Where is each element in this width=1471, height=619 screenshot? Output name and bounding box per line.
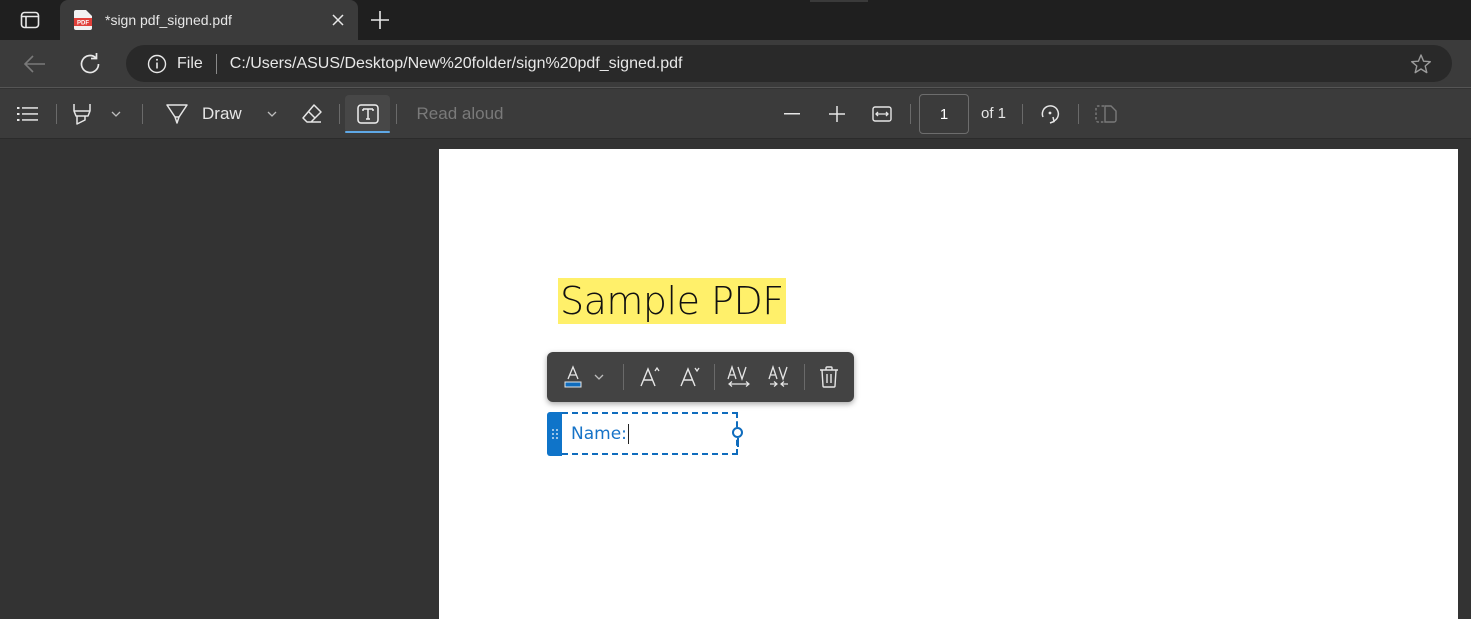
decrease-spacing-button[interactable] [763,361,795,393]
page-count-label: of 1 [981,105,1007,122]
toolbar-divider [804,364,805,390]
toolbar-divider [1022,104,1023,124]
text-color-icon [564,365,582,388]
fit-width-icon [872,106,892,122]
url-scheme-label: File [177,54,203,72]
chevron-down-icon [111,111,121,117]
resize-handle[interactable] [732,427,743,447]
font-size-increase-icon [640,366,660,387]
text-color-button[interactable] [557,361,589,393]
close-icon [332,14,344,26]
text-format-toolbar [547,352,854,402]
toolbar-divider [396,104,397,124]
chevron-down-icon [267,111,277,117]
tab-title: *sign pdf_signed.pdf [105,12,232,28]
page-view-button[interactable] [1090,95,1122,133]
increase-font-size-button[interactable] [634,361,666,393]
refresh-button[interactable] [74,48,106,80]
tab-strip: PDF *sign pdf_signed.pdf [0,0,1471,40]
toolbar-divider [910,104,911,124]
toolbar-divider [339,104,340,124]
site-info-button[interactable] [146,53,168,75]
read-aloud-label: Read aloud [416,104,504,123]
rotate-icon [1041,105,1060,124]
erase-button[interactable] [296,95,328,133]
pdf-file-icon: PDF [74,10,92,30]
highlight-options-dropdown[interactable] [104,95,128,133]
draw-button[interactable]: Draw [160,95,256,133]
delete-text-button[interactable] [813,361,845,393]
document-heading: Sample PDF [558,278,786,324]
toolbar-divider [714,364,715,390]
new-tab-button[interactable] [366,6,394,34]
draw-options-dropdown[interactable] [260,95,284,133]
star-icon [1411,53,1431,73]
minus-icon [784,113,800,115]
text-color-dropdown[interactable] [589,361,609,393]
close-tab-button[interactable] [324,6,352,34]
pen-icon [166,104,188,124]
divider [215,53,217,74]
grip-dots-icon [551,429,558,439]
drag-handle[interactable] [547,412,562,456]
add-text-button[interactable] [345,95,390,133]
decrease-font-size-button[interactable] [674,361,706,393]
zoom-out-button[interactable] [776,95,808,133]
list-icon [17,107,38,121]
toolbar-divider [56,104,57,124]
sidebar-window-icon [20,11,40,29]
chevron-down-icon [594,374,604,380]
text-annotation-value: Name: [571,423,627,444]
pdf-toolbar: Draw Read aloud 1 of 1 [0,89,1471,139]
text-caret [627,423,629,444]
contents-button[interactable] [12,95,44,133]
eraser-icon [302,104,322,123]
trash-icon [820,366,838,388]
pdf-viewer-canvas[interactable]: Sample PDF Name: [0,139,1471,619]
back-button[interactable] [19,48,51,80]
url-text[interactable]: C:/Users/ASUS/Desktop/New%20folder/sign%… [230,55,1406,73]
text-spacing-decrease-icon [768,365,788,387]
zoom-in-button[interactable] [821,95,853,133]
favorite-button[interactable] [1406,49,1436,79]
toolbar-divider [142,104,143,124]
tab-actions-button[interactable] [14,8,46,32]
toolbar-divider [1078,104,1079,124]
plus-icon [829,106,845,122]
fit-to-width-button[interactable] [866,95,898,133]
text-box-icon [356,104,379,124]
text-spacing-increase-icon [727,365,750,387]
address-bar[interactable]: File C:/Users/ASUS/Desktop/New%20folder/… [126,45,1452,82]
highlight-button[interactable] [66,95,98,133]
rotate-button[interactable] [1034,95,1066,133]
refresh-icon [80,53,100,74]
plus-icon [371,11,389,29]
navigation-bar: File C:/Users/ASUS/Desktop/New%20folder/… [0,40,1471,88]
svg-text:PDF: PDF [77,21,89,27]
text-annotation-input[interactable]: Name: [562,412,738,455]
toolbar-divider [623,364,624,390]
highlighter-icon [73,104,91,125]
increase-spacing-button[interactable] [723,361,755,393]
font-size-decrease-icon [680,367,700,387]
draw-label: Draw [202,104,242,123]
active-tab[interactable]: PDF *sign pdf_signed.pdf [60,0,358,40]
read-aloud-button[interactable]: Read aloud [410,95,510,133]
page-number-input[interactable]: 1 [919,94,969,134]
page-view-icon [1095,105,1117,123]
info-icon [147,54,167,73]
arrow-left-icon [24,55,45,73]
pdf-page[interactable]: Sample PDF Name: [439,149,1458,619]
window-drag-area[interactable] [810,0,868,2]
